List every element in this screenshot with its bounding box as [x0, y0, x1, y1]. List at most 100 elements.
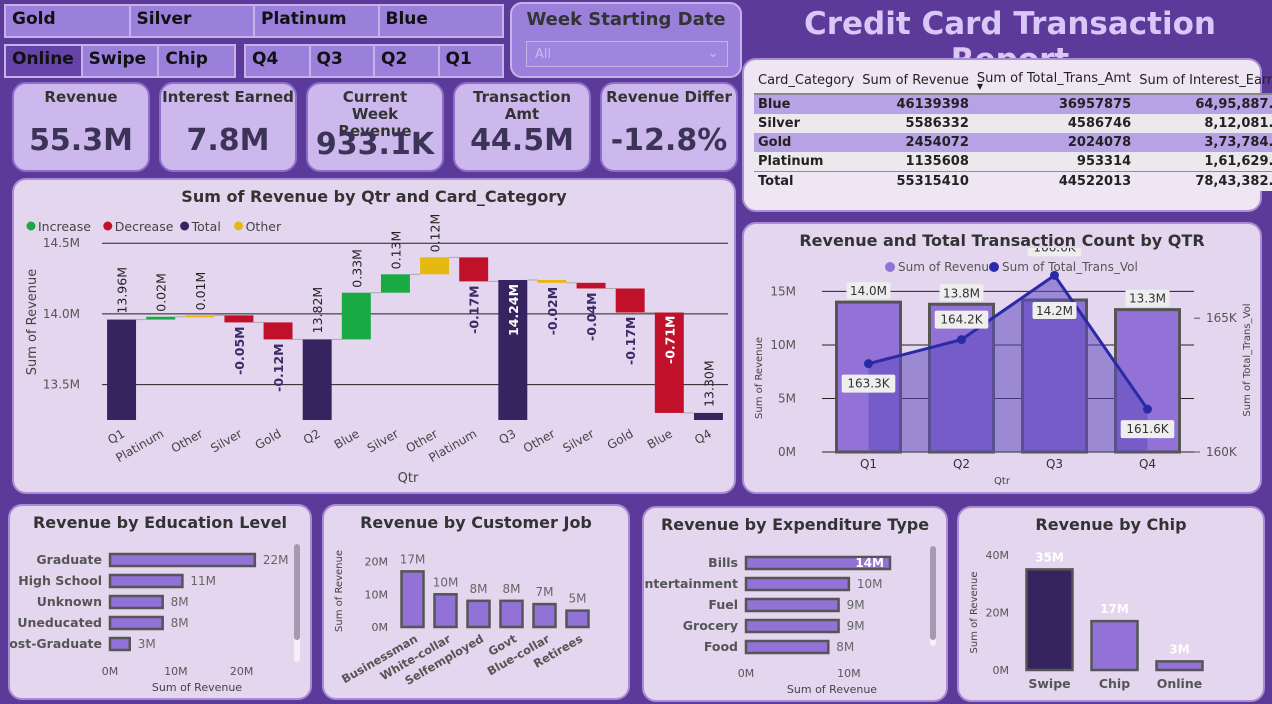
data-label: 8M [171, 616, 189, 630]
scrollbar[interactable] [294, 544, 300, 662]
legend-marker [103, 221, 113, 231]
kpi-card-interest: Interest Earned 7.8M [159, 82, 297, 172]
slicer-qtr-q2[interactable]: Q2 [375, 46, 440, 76]
data-label: 8M [171, 595, 189, 609]
x-tick-label: Chip [1099, 676, 1130, 691]
slicer-chip-chip[interactable]: Chip [159, 46, 235, 76]
x-tick-label: Q1 [860, 457, 877, 471]
data-label: 14M [855, 556, 884, 570]
category-label: Food [704, 639, 738, 654]
scrollbar[interactable] [930, 546, 936, 646]
table-cell: 55315410 [896, 174, 969, 189]
slicer-chip-swipe[interactable]: Swipe [82, 46, 160, 76]
legend-label: Other [246, 219, 282, 234]
slicer-card-gold[interactable]: Gold [6, 6, 131, 36]
data-label: 13.82M [310, 287, 325, 334]
table-cell: 1,61,629.05 [1204, 154, 1272, 169]
matrix-col-revenue[interactable]: Sum of Revenue [858, 68, 973, 95]
bar [1090, 619, 1139, 672]
y-axis-title: Sum of Revenue [969, 572, 980, 654]
week-slicer: Week Starting Date All ⌄ [510, 2, 742, 78]
chevron-down-icon: ⌄ [707, 45, 719, 61]
bar [744, 618, 840, 634]
bar [433, 593, 458, 629]
x-tick-label: 0M [102, 665, 119, 678]
data-label: 3M [138, 637, 156, 651]
bar [108, 573, 184, 589]
data-label: 13.30M [701, 360, 716, 407]
x-axis-title: Sum of Revenue [152, 681, 242, 694]
x-tick-label: Gold [253, 426, 284, 452]
bar [744, 597, 840, 613]
data-label: 10M [857, 577, 883, 591]
week-dropdown[interactable]: All ⌄ [526, 41, 728, 67]
data-label: 13.3M [1129, 292, 1166, 306]
data-label: 11M [190, 574, 216, 588]
data-label: -0.05M [232, 326, 247, 374]
kpi-label: Transaction Amt [472, 88, 572, 123]
bar [400, 570, 425, 629]
slicer-card-silver[interactable]: Silver [130, 6, 255, 36]
data-label: 17M [1100, 602, 1129, 616]
waterfall-bar [224, 315, 254, 323]
chart-title: Revenue by Education Level [32, 513, 288, 532]
data-label: 9M [847, 619, 865, 633]
expenditure-chart: Bills 14M Entertainment 10M Fuel 9M Grocery 9M F… [644, 555, 892, 696]
data-label: 164.2K [940, 313, 983, 327]
scrollbar-thumb[interactable] [930, 546, 936, 640]
bar [499, 599, 524, 629]
kpi-card-revenue-differ: Revenue Differ -12.8% [600, 82, 738, 172]
data-label: 0.13M [388, 231, 403, 270]
slicer-card-blue[interactable]: Blue [379, 6, 502, 36]
table-row[interactable]: Silver 5586332 4586746 8,12,081.28 [754, 114, 1272, 133]
y-tick-label: 0M [993, 664, 1010, 677]
table-cell: 44522013 [1058, 174, 1132, 189]
table-row[interactable]: Blue 46139398 36957875 64,95,887.74 [754, 94, 1272, 114]
y-axis-title: Sum of Revenue [754, 337, 765, 419]
matrix-col-card-category[interactable]: Card_Category [754, 68, 859, 95]
bar [108, 594, 164, 610]
data-label: 22M [263, 553, 289, 567]
matrix-col-interest[interactable]: Sum of Interest_Earned [1135, 68, 1272, 95]
matrix-col-trans-amt[interactable]: Sum of Total_Trans_Amt ▼ [972, 68, 1136, 95]
slicer-qtr-q4[interactable]: Q4 [246, 46, 311, 76]
matrix-col-trans-amt-label: Sum of Total_Trans_Amt [976, 71, 1132, 86]
legend-marker [234, 221, 244, 231]
education-chart: Graduate 22M High School 11M Unknown 8M Uneduc… [10, 552, 289, 694]
table-row[interactable]: Gold 2454072 2024078 3,73,784.16 [754, 133, 1272, 152]
slicer-qtr-q3[interactable]: Q3 [310, 46, 375, 76]
bar [1155, 660, 1204, 672]
job-chart: 0M10M20MSum of Revenue 17MBusinessman10MW… [334, 550, 590, 688]
week-slicer-title: Week Starting Date [526, 9, 726, 30]
y-axis-title: Sum of Revenue [334, 550, 345, 632]
waterfall-bar [576, 282, 606, 289]
week-dropdown-value: All [535, 47, 552, 62]
legend-label: Decrease [115, 219, 174, 234]
y2-axis-title: Sum of Total_Trans_Vol [1242, 303, 1253, 416]
scrollbar-thumb[interactable] [294, 544, 300, 640]
data-label: 35M [1035, 550, 1064, 564]
x-tick-label: Q3 [1046, 457, 1063, 471]
y-tick-label: 14.0M [43, 307, 80, 321]
y-tick-label: 13.5M [43, 378, 80, 392]
data-label: 161.6K [1126, 422, 1169, 436]
bar [1025, 568, 1074, 672]
matrix-total-row: Total 55315410 44522013 78,43,382.23 [754, 171, 1272, 191]
bar [532, 602, 557, 629]
card-category-slicer: Gold Silver Platinum Blue [4, 4, 504, 38]
bar [108, 636, 131, 652]
data-label: 163.3K [847, 377, 890, 391]
x-tick-label: 20M [230, 665, 254, 678]
revenue-matrix: Card_Category Sum of Revenue Sum of Tota… [754, 68, 1272, 191]
y-tick-label: 10M [770, 338, 796, 352]
slicer-chip-online[interactable]: Online [6, 46, 83, 76]
x-tick-label: Q4 [692, 426, 714, 447]
slicer-card-platinum[interactable]: Platinum [255, 6, 380, 36]
slicer-qtr-q1[interactable]: Q1 [439, 46, 502, 76]
waterfall-bar [693, 412, 723, 420]
table-row[interactable]: Platinum 1135608 953314 1,61,629.05 [754, 152, 1272, 172]
x-tick-label: Blue [645, 426, 675, 451]
y2-tick-label: 160K [1206, 445, 1238, 459]
data-label: 0.02M [154, 273, 169, 312]
x-tick-label: Swipe [1028, 676, 1070, 691]
